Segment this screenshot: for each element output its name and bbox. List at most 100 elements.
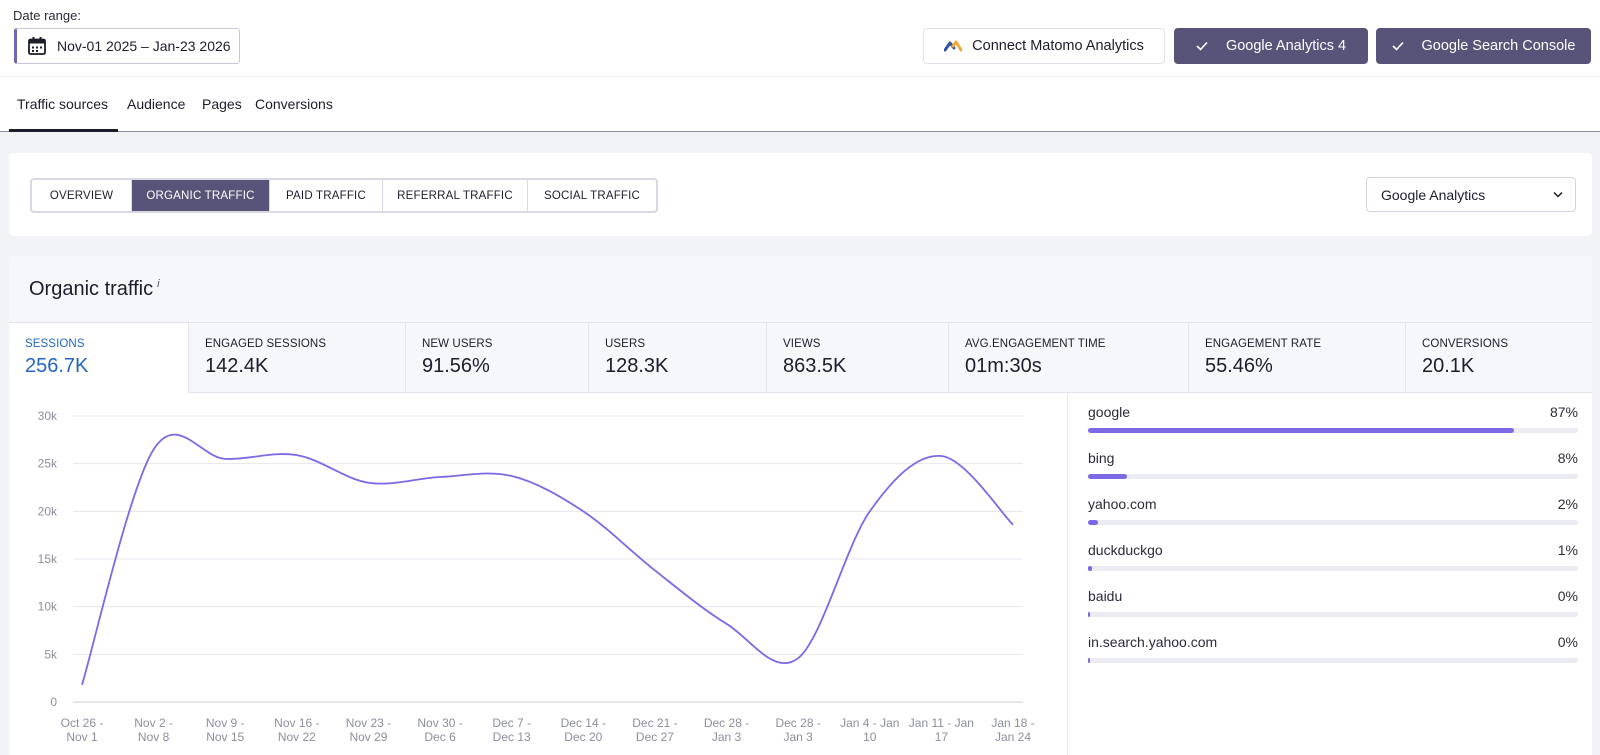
tab-pages[interactable]: Pages	[202, 96, 242, 112]
google-analytics-4-button[interactable]: Google Analytics 4	[1174, 28, 1368, 64]
check-icon	[1391, 41, 1404, 51]
source-name: duckduckgo	[1088, 542, 1163, 558]
chart-divider	[1067, 394, 1068, 755]
chevron-down-icon	[1553, 191, 1563, 198]
sessions-series-line	[81, 433, 1014, 686]
x-tick-label: Jan 18 -Jan 24	[991, 716, 1034, 744]
x-tick-label: Nov 30 -Dec 6	[417, 716, 462, 744]
source-name: in.search.yahoo.com	[1088, 634, 1218, 650]
y-tick-label: 25k	[38, 457, 58, 471]
x-tick-label: Dec 7 -Dec 13	[492, 716, 531, 744]
top-bar: Date range: Nov-01 2025 – Jan-23 2026 Co…	[0, 0, 1600, 76]
y-tick-label: 20k	[38, 504, 58, 518]
metric-label: SESSIONS	[25, 338, 85, 350]
segment-overview[interactable]: OVERVIEW	[32, 180, 132, 211]
segment-social-traffic[interactable]: SOCIAL TRAFFIC	[528, 180, 656, 211]
segment-referral-traffic[interactable]: REFERRAL TRAFFIC	[383, 180, 528, 211]
x-tick-label: Jan 11 - Jan 17	[909, 716, 974, 744]
tab-conversions[interactable]: Conversions	[255, 96, 333, 112]
main-tabs: Traffic sources Audience Pages Conversio…	[0, 76, 1600, 132]
source-bar-fill	[1088, 474, 1128, 479]
source-percent: 0%	[1557, 634, 1578, 650]
metric-label: CONVERSIONS	[1422, 338, 1509, 350]
metric-avg-engagement-time[interactable]: AVG.ENGAGEMENT TIME 01m:30s	[949, 323, 1189, 393]
y-tick-label: 10k	[38, 600, 58, 614]
source-row[interactable]: duckduckgo 1%	[1088, 532, 1578, 578]
source-bar-fill	[1088, 520, 1098, 525]
metric-label: USERS	[605, 338, 646, 350]
organic-traffic-card: Organic traffic i SESSIONS 256.7K ENGAGED…	[9, 256, 1592, 755]
metric-sessions[interactable]: SESSIONS 256.7K	[9, 323, 189, 394]
active-tab-indicator	[9, 129, 118, 132]
metric-users[interactable]: USERS 128.3K	[589, 323, 767, 393]
segment-organic-traffic[interactable]: ORGANIC TRAFFIC	[132, 180, 270, 211]
source-name: google	[1088, 404, 1131, 420]
x-tick-label: Dec 28 -Jan 3	[704, 716, 749, 744]
card-title: Organic traffic i	[29, 278, 160, 301]
source-row[interactable]: baidu 0%	[1088, 578, 1578, 624]
matomo-logo-icon	[944, 40, 963, 52]
y-tick-label: 5k	[44, 647, 58, 661]
metric-label: NEW USERS	[422, 338, 493, 350]
source-percent: 87%	[1549, 404, 1578, 420]
info-icon[interactable]: i	[157, 278, 159, 290]
segment-paid-traffic[interactable]: PAID TRAFFIC	[270, 180, 383, 211]
source-bar-track	[1088, 428, 1578, 433]
metric-label: VIEWS	[783, 338, 821, 350]
connect-matomo-label: Connect Matomo Analytics	[972, 38, 1144, 54]
source-name: bing	[1088, 450, 1115, 466]
source-percent: 1%	[1557, 542, 1578, 558]
calendar-icon	[28, 37, 46, 55]
source-bar-fill	[1088, 566, 1092, 571]
analytics-source-select[interactable]: Google Analytics	[1366, 177, 1576, 212]
ga4-label: Google Analytics 4	[1225, 38, 1347, 54]
source-row[interactable]: bing 8%	[1088, 440, 1578, 486]
source-row[interactable]: yahoo.com 2%	[1088, 486, 1578, 532]
check-icon	[1196, 41, 1208, 51]
y-tick-label: 0	[50, 695, 57, 709]
traffic-type-card: OVERVIEW ORGANIC TRAFFIC PAID TRAFFIC RE…	[9, 153, 1592, 236]
google-search-console-button[interactable]: Google Search Console	[1376, 28, 1591, 64]
x-tick-label: Nov 9 -Nov 15	[206, 716, 245, 744]
metric-value: 863.5K	[783, 355, 847, 377]
date-range-picker[interactable]: Nov-01 2025 – Jan-23 2026	[14, 28, 240, 64]
source-bar-track	[1088, 566, 1578, 571]
x-tick-label: Dec 28 -Jan 3	[775, 716, 820, 744]
card-header: Organic traffic i	[9, 256, 1592, 322]
date-range-label: Date range:	[13, 8, 81, 23]
metric-new-users[interactable]: NEW USERS 91.56%	[406, 323, 589, 393]
source-bar-track	[1088, 658, 1578, 663]
x-tick-label: Nov 23 -Nov 29	[346, 716, 391, 744]
metric-value: 256.7K	[25, 355, 89, 377]
y-tick-label: 15k	[38, 552, 58, 566]
x-tick-label: Dec 21 -Dec 27	[632, 716, 677, 744]
y-tick-label: 30k	[38, 409, 58, 423]
source-row[interactable]: google 87%	[1088, 394, 1578, 440]
x-tick-label: Nov 16 -Nov 22	[274, 716, 319, 744]
source-name: baidu	[1088, 588, 1123, 604]
source-percent: 8%	[1557, 450, 1578, 466]
source-row[interactable]: in.search.yahoo.com 0%	[1088, 624, 1578, 670]
metric-engagement-rate[interactable]: ENGAGEMENT RATE 55.46%	[1189, 323, 1406, 393]
connect-matomo-button[interactable]: Connect Matomo Analytics	[923, 28, 1165, 64]
source-bar-track	[1088, 474, 1578, 479]
metric-label: ENGAGED SESSIONS	[205, 338, 327, 350]
metric-views[interactable]: VIEWS 863.5K	[767, 323, 949, 393]
source-bar-fill	[1088, 658, 1090, 663]
metric-label: ENGAGEMENT RATE	[1205, 338, 1322, 350]
metric-value: 55.46%	[1205, 355, 1273, 377]
metrics-row: SESSIONS 256.7K ENGAGED SESSIONS 142.4K …	[9, 322, 1592, 394]
sessions-line-chart: 0 5k 10k 15k 20k 25k 30k Oct 26 -Nov 1 Nov 2 -No…	[9, 394, 1067, 755]
source-percent: 2%	[1557, 496, 1578, 512]
metric-conversions[interactable]: CONVERSIONS 20.1K	[1406, 323, 1592, 393]
source-bar-fill	[1088, 428, 1515, 433]
traffic-type-segmented-control: OVERVIEW ORGANIC TRAFFIC PAID TRAFFIC RE…	[30, 178, 658, 213]
date-range-value: Nov-01 2025 – Jan-23 2026	[57, 38, 231, 54]
tab-traffic-sources[interactable]: Traffic sources	[17, 96, 108, 112]
gsc-label: Google Search Console	[1421, 38, 1576, 54]
tab-audience[interactable]: Audience	[127, 96, 185, 112]
metric-engaged-sessions[interactable]: ENGAGED SESSIONS 142.4K	[189, 323, 406, 393]
metric-label: AVG.ENGAGEMENT TIME	[965, 338, 1106, 350]
x-tick-label: Jan 4 - Jan 10	[840, 716, 899, 744]
source-bar-track	[1088, 520, 1578, 525]
